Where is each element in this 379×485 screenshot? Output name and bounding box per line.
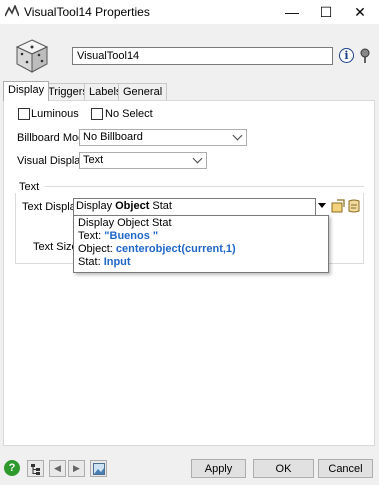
chevron-down-icon — [232, 130, 243, 141]
luminous-label: Luminous — [31, 108, 79, 120]
maximize-icon: ☐ — [319, 3, 333, 20]
text-group-label: Text — [19, 181, 40, 193]
text-display-object: Object — [115, 200, 150, 212]
next-button[interactable]: ▶ — [68, 460, 85, 477]
window-title: VisualTool14 Properties — [24, 5, 150, 19]
popup-text-key: Text: — [78, 230, 105, 242]
popup-stat-value: Input — [103, 256, 131, 268]
cancel-button[interactable]: Cancel — [318, 459, 373, 478]
minimize-icon: — — [285, 4, 299, 20]
popup-stat-line: Stat: Input — [78, 256, 131, 268]
ok-button[interactable]: OK — [253, 459, 314, 478]
code-edit-icon[interactable] — [347, 199, 361, 213]
popup-object-key: Object: — [78, 243, 116, 255]
noselect-label: No Select — [105, 108, 153, 120]
properties-button[interactable] — [90, 460, 107, 477]
noselect-checkbox[interactable] — [91, 108, 103, 120]
chevron-down-icon — [192, 153, 203, 164]
billboard-mode-select[interactable]: No Billboard — [79, 129, 247, 146]
close-button[interactable]: ✕ — [343, 0, 377, 24]
tree-view-button[interactable] — [27, 460, 44, 477]
previous-button[interactable]: ◀ — [49, 460, 66, 477]
tree-view-icon — [30, 463, 40, 475]
previous-icon: ◀ — [54, 463, 61, 473]
group-divider — [45, 186, 364, 187]
text-display-suffix: Stat — [149, 200, 172, 212]
visual-display-value: Text — [83, 154, 104, 166]
tab-display[interactable]: Display — [3, 81, 50, 101]
object-cube-icon — [15, 39, 49, 73]
billboard-mode-value: No Billboard — [83, 131, 143, 143]
info-icon[interactable]: i — [339, 48, 354, 63]
popup-text-value: "Buenos " — [104, 230, 159, 242]
text-size-label: Text Size — [33, 241, 78, 253]
help-icon[interactable]: ? — [4, 460, 20, 476]
tab-general[interactable]: General — [118, 83, 168, 100]
text-display-field[interactable]: Display Object Stat — [73, 198, 316, 216]
close-icon: ✕ — [354, 3, 366, 20]
luminous-checkbox[interactable] — [18, 108, 30, 120]
popup-stat-key: Stat: — [78, 256, 104, 268]
minimize-button[interactable]: — — [275, 0, 309, 24]
next-icon: ▶ — [73, 463, 80, 473]
popup-title: Display Object Stat — [78, 217, 172, 229]
pin-icon[interactable] — [358, 48, 372, 64]
text-display-popup: Display Object Stat Text: "Buenos " Obje… — [73, 215, 329, 273]
maximize-button[interactable]: ☐ — [309, 0, 343, 24]
image-properties-icon — [92, 462, 105, 475]
popup-object-line: Object: centerobject(current,1) — [78, 243, 236, 255]
object-name-input[interactable] — [72, 47, 333, 65]
dropdown-arrow-icon[interactable] — [318, 203, 326, 208]
visual-display-label: Visual Display — [17, 155, 86, 167]
visual-display-select[interactable]: Text — [79, 152, 207, 169]
template-edit-icon[interactable] — [331, 199, 345, 213]
flexsim-app-icon — [5, 5, 19, 17]
text-display-prefix: Display — [76, 200, 116, 212]
popup-object-value: centerobject(current,1) — [115, 243, 236, 255]
apply-button[interactable]: Apply — [191, 459, 246, 478]
popup-text-line: Text: "Buenos " — [78, 230, 158, 242]
